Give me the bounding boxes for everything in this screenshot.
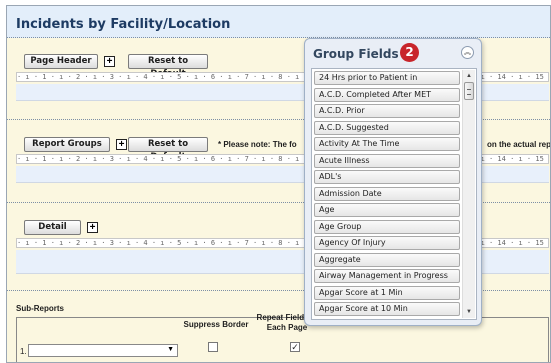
sub-report-row-number: 1. (20, 347, 27, 356)
group-fields-scrollbar[interactable]: ▲ ▼ (462, 70, 475, 318)
group-field-item[interactable]: Agency Of Injury (314, 236, 460, 250)
expand-page-header-icon[interactable]: + (104, 56, 115, 67)
step-badge: 2 (400, 43, 419, 62)
group-field-item[interactable]: Aggregate (314, 253, 460, 267)
expand-detail-icon[interactable]: + (87, 222, 98, 233)
scroll-thumb[interactable] (464, 82, 474, 100)
group-field-item[interactable]: 24 Hrs prior to Patient in (314, 71, 460, 85)
group-field-item[interactable]: Acute Illness (314, 154, 460, 168)
repeat-field-checkbox[interactable]: ✓ (290, 342, 300, 352)
report-title-bar: Incidents by Facility/Location (7, 6, 550, 38)
report-groups-button[interactable]: Report Groups (24, 137, 110, 152)
group-field-item[interactable]: Apgar Score at 10 Min (314, 302, 460, 316)
group-field-item[interactable]: Admission Date (314, 187, 460, 201)
detail-button[interactable]: Detail (24, 220, 81, 235)
suppress-border-header: Suppress Border (183, 320, 249, 329)
page-title: Incidents by Facility/Location (16, 17, 231, 32)
group-field-item[interactable]: A.C.D. Prior (314, 104, 460, 118)
group-fields-panel: Group Fields 2 ︽ 24 Hrs prior to Patient… (304, 38, 482, 326)
group-fields-list: 24 Hrs prior to Patient in A.C.D. Comple… (311, 68, 477, 320)
group-field-item[interactable]: A.C.D. Completed After MET (314, 88, 460, 102)
reset-page-header-button[interactable]: Reset to Default (128, 54, 208, 79)
reset-report-groups-button[interactable]: Reset to Default (128, 137, 208, 162)
scroll-up-icon[interactable]: ▲ (463, 71, 475, 81)
dropdown-arrow-icon: ▼ (167, 346, 174, 353)
suppress-border-checkbox[interactable] (208, 342, 218, 352)
group-field-item[interactable]: ADL's (314, 170, 460, 184)
chevron-double-up-icon[interactable]: ︽ (461, 46, 474, 59)
group-field-item[interactable]: Activity At The Time (314, 137, 460, 151)
sub-reports-label: Sub-Reports (16, 304, 64, 313)
group-field-item[interactable]: A.C.D. Suggested (314, 121, 460, 135)
group-field-item[interactable]: Age (314, 203, 460, 217)
report-groups-note: * Please note: The fo (218, 140, 297, 149)
sub-report-select[interactable]: ▼ (28, 344, 178, 357)
group-field-item[interactable]: Apgar Score at 1 Min (314, 286, 460, 300)
page-header-button[interactable]: Page Header (24, 54, 98, 69)
expand-report-groups-icon[interactable]: + (116, 139, 127, 150)
group-field-item[interactable]: Age Group (314, 220, 460, 234)
scroll-down-icon[interactable]: ▼ (463, 307, 475, 317)
group-field-item[interactable]: Airway Management in Progress (314, 269, 460, 283)
report-groups-note-tail: on the actual rep (487, 140, 551, 149)
group-fields-title: Group Fields (313, 47, 399, 61)
